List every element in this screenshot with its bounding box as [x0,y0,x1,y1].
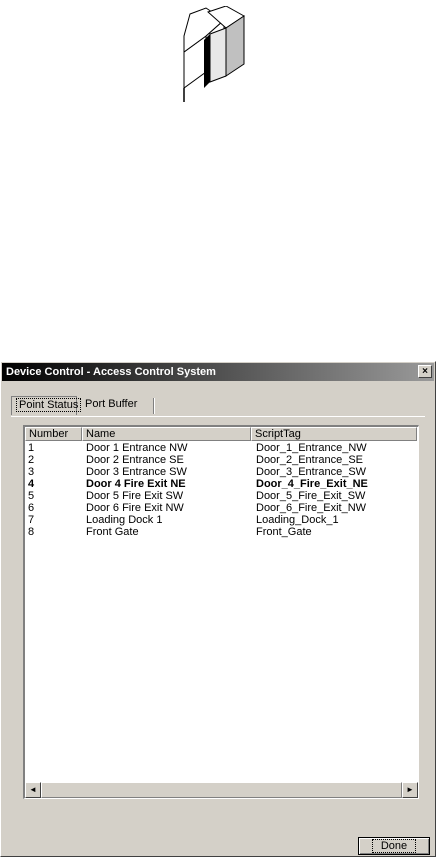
list-item[interactable]: 8 Front Gate Front_Gate [25,526,417,538]
window-title: Device Control - Access Control System [6,366,216,378]
cell-number: 6 [28,502,35,514]
tab-panel-border [11,416,425,417]
done-button-label: Done [371,839,417,853]
cell-scripttag: Door_3_Entrance_SW [256,466,367,478]
tab-port-buffer[interactable]: Port Buffer [81,396,155,415]
cell-number: 5 [28,490,35,502]
cell-number: 7 [28,514,35,526]
card-reader-icon [183,6,245,102]
cell-scripttag: Loading_Dock_1 [256,514,339,526]
tab-port-buffer-label: Port Buffer [85,398,138,410]
cell-name: Loading Dock 1 [86,514,163,526]
list-item[interactable]: 2 Door 2 Entrance SE Door_2_Entrance_SE [25,454,417,466]
cell-scripttag: Door_6_Fire_Exit_NW [256,502,367,514]
tab-divider [153,398,154,414]
cell-name: Door 1 Entrance NW [86,442,188,454]
cell-name: Door 6 Fire Exit NW [86,502,184,514]
arrow-right-icon: ► [406,785,414,794]
list-header: Number Name ScriptTag [25,427,417,441]
cell-scripttag: Front_Gate [256,526,312,538]
device-control-window: Device Control - Access Control System ×… [0,361,436,857]
arrow-left-icon: ◄ [29,785,37,794]
cell-scripttag: Door_1_Entrance_NW [256,442,367,454]
scroll-left-button[interactable]: ◄ [25,782,41,798]
close-button[interactable]: × [418,365,432,378]
cell-name: Door 3 Entrance SW [86,466,187,478]
list-item[interactable]: 7 Loading Dock 1 Loading_Dock_1 [25,514,417,526]
cell-name: Front Gate [86,526,139,538]
horizontal-scrollbar[interactable]: ◄ ► [25,782,418,798]
column-header-scripttag[interactable]: ScriptTag [251,427,417,441]
point-status-list[interactable]: Number Name ScriptTag 1 Door 1 Entrance … [23,425,419,799]
cell-number: 4 [28,478,35,490]
window-titlebar[interactable]: Device Control - Access Control System × [2,363,434,381]
cell-scripttag: Door_2_Entrance_SE [256,454,364,466]
list-item-highlighted[interactable]: 4 Door 4 Fire Exit NE Door_4_Fire_Exit_N… [25,478,417,490]
cell-scripttag: Door_4_Fire_Exit_NE [256,478,368,490]
scrollbar-thumb[interactable] [41,782,402,798]
done-button[interactable]: Done [358,837,430,855]
list-rows: 1 Door 1 Entrance NW Door_1_Entrance_NW … [25,442,417,538]
cell-number: 2 [28,454,35,466]
column-header-number[interactable]: Number [25,427,82,441]
close-icon: × [422,366,428,377]
cell-name: Door 5 Fire Exit SW [86,490,184,502]
cell-number: 1 [28,442,35,454]
cell-scripttag: Door_5_Fire_Exit_SW [256,490,366,502]
cell-number: 8 [28,526,35,538]
scroll-right-button[interactable]: ► [402,782,418,798]
list-item[interactable]: 5 Door 5 Fire Exit SW Door_5_Fire_Exit_S… [25,490,417,502]
cell-name: Door 4 Fire Exit NE [86,478,186,490]
column-header-name[interactable]: Name [82,427,251,441]
list-item[interactable]: 3 Door 3 Entrance SW Door_3_Entrance_SW [25,466,417,478]
cell-number: 3 [28,466,35,478]
tab-point-status-label: Point Status [16,398,82,412]
list-item[interactable]: 6 Door 6 Fire Exit NW Door_6_Fire_Exit_N… [25,502,417,514]
list-item[interactable]: 1 Door 1 Entrance NW Door_1_Entrance_NW [25,442,417,454]
tab-point-status[interactable]: Point Status [11,396,82,415]
cell-name: Door 2 Entrance SE [86,454,184,466]
